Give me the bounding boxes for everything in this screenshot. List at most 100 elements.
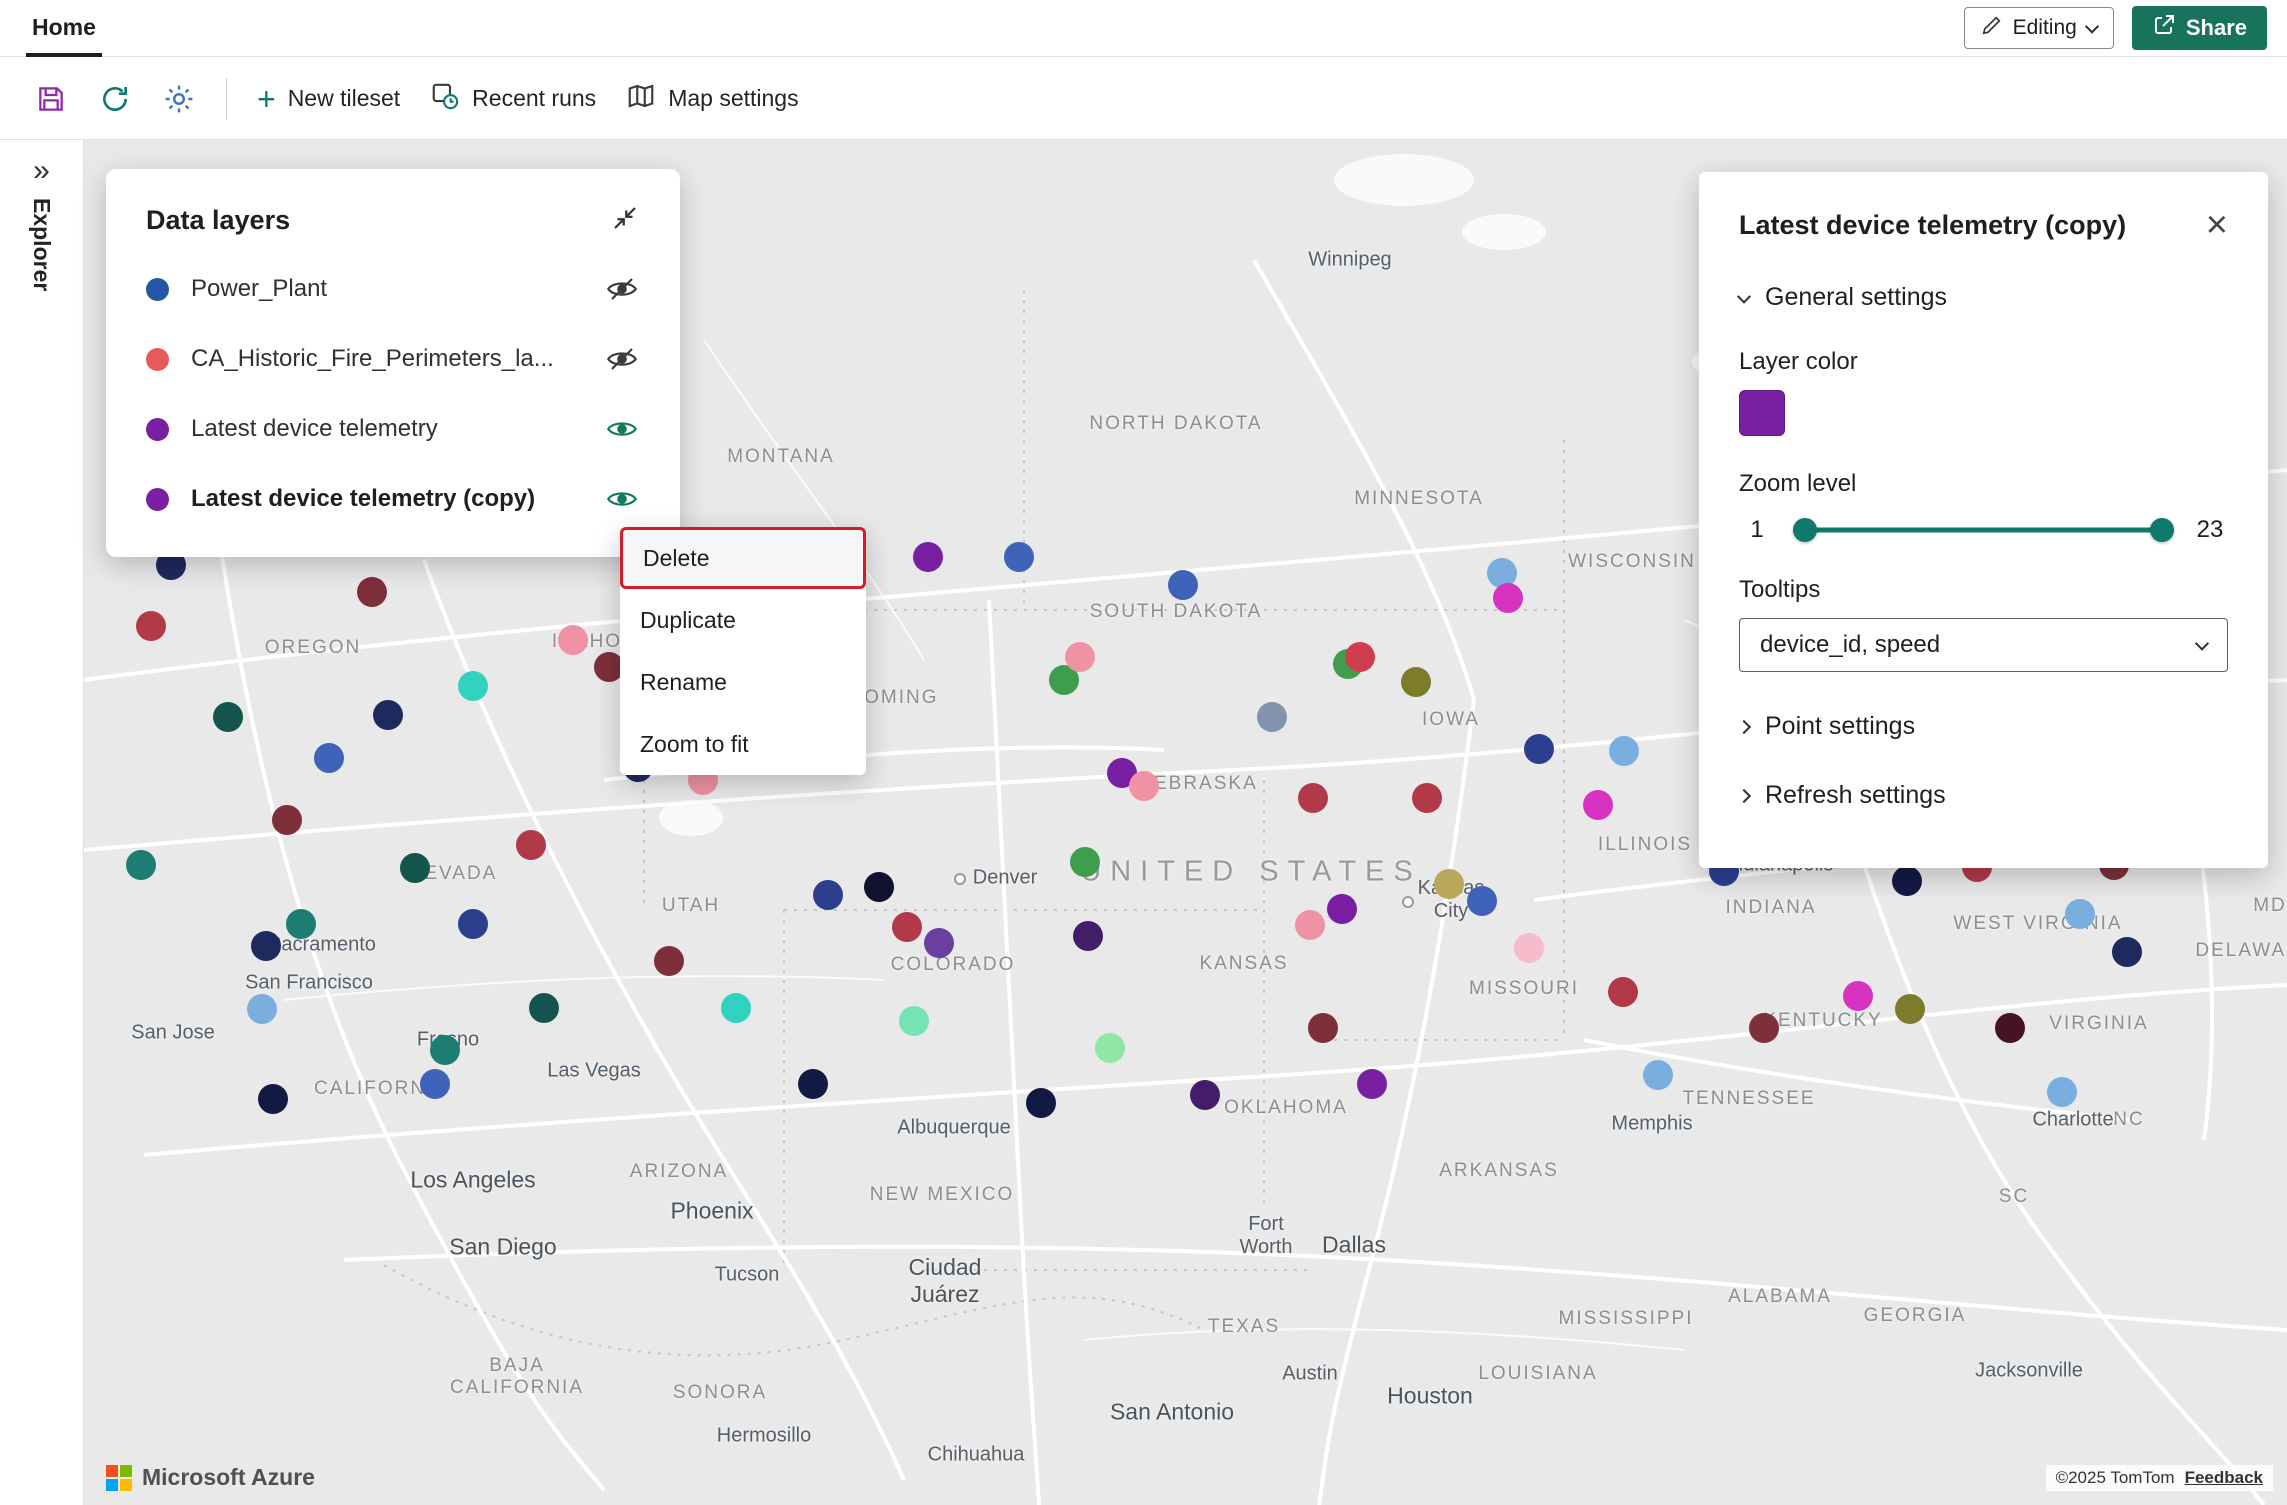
telemetry-point[interactable] [1095, 1033, 1125, 1063]
telemetry-point[interactable] [357, 577, 387, 607]
telemetry-point[interactable] [373, 700, 403, 730]
telemetry-point[interactable] [864, 872, 894, 902]
telemetry-point[interactable] [1583, 790, 1613, 820]
telemetry-point[interactable] [1843, 981, 1873, 1011]
telemetry-point[interactable] [247, 994, 277, 1024]
telemetry-point[interactable] [251, 931, 281, 961]
telemetry-point[interactable] [2065, 899, 2095, 929]
telemetry-point[interactable] [1892, 866, 1922, 896]
editing-mode-button[interactable]: Editing [1963, 7, 2114, 49]
slider-handle-max[interactable] [2150, 518, 2174, 542]
layer-row-latest-telemetry-copy[interactable]: Latest device telemetry (copy) [146, 464, 640, 534]
telemetry-point[interactable] [1308, 1013, 1338, 1043]
telemetry-point[interactable] [258, 1084, 288, 1114]
telemetry-point[interactable] [813, 880, 843, 910]
telemetry-point[interactable] [913, 542, 943, 572]
expand-explorer-icon[interactable]: » [33, 154, 50, 188]
close-icon[interactable]: × [2206, 206, 2228, 244]
telemetry-point[interactable] [1026, 1088, 1056, 1118]
new-tileset-button[interactable]: + New tileset [257, 83, 400, 115]
telemetry-point[interactable] [1524, 734, 1554, 764]
telemetry-point[interactable] [1643, 1060, 1673, 1090]
layer-color-swatch[interactable] [1739, 390, 1785, 436]
telemetry-point[interactable] [213, 702, 243, 732]
telemetry-point[interactable] [1073, 921, 1103, 951]
telemetry-point[interactable] [420, 1069, 450, 1099]
telemetry-point[interactable] [1004, 542, 1034, 572]
settings-gear-button[interactable] [162, 82, 196, 116]
tab-home[interactable]: Home [26, 0, 102, 57]
refresh-button[interactable] [98, 82, 132, 116]
telemetry-point[interactable] [1357, 1069, 1387, 1099]
point-settings-section[interactable]: Point settings [1736, 712, 2228, 741]
telemetry-point[interactable] [2112, 937, 2142, 967]
telemetry-point[interactable] [1412, 783, 1442, 813]
telemetry-point[interactable] [1190, 1080, 1220, 1110]
context-menu-delete[interactable]: Delete [620, 527, 866, 589]
save-button[interactable] [34, 82, 68, 116]
tooltips-dropdown[interactable]: device_id, speed [1739, 618, 2228, 672]
context-menu-duplicate[interactable]: Duplicate [620, 589, 866, 651]
collapse-panel-icon[interactable] [610, 203, 640, 238]
visibility-off-icon[interactable] [604, 344, 640, 374]
telemetry-point[interactable] [458, 909, 488, 939]
telemetry-point[interactable] [798, 1069, 828, 1099]
layer-label: Latest device telemetry [191, 415, 438, 442]
share-button[interactable]: Share [2131, 6, 2267, 50]
telemetry-point[interactable] [1327, 894, 1357, 924]
visibility-off-icon[interactable] [604, 274, 640, 304]
layer-row-latest-telemetry[interactable]: Latest device telemetry [146, 394, 640, 464]
telemetry-point[interactable] [1608, 977, 1638, 1007]
map-settings-button[interactable]: Map settings [626, 81, 799, 117]
tooltips-value: device_id, speed [1760, 631, 1941, 658]
telemetry-point[interactable] [126, 850, 156, 880]
refresh-settings-section[interactable]: Refresh settings [1736, 781, 2228, 810]
slider-track[interactable] [1793, 517, 2174, 543]
telemetry-point[interactable] [1401, 667, 1431, 697]
telemetry-point[interactable] [430, 1035, 460, 1065]
telemetry-point[interactable] [558, 625, 588, 655]
telemetry-point[interactable] [1129, 771, 1159, 801]
telemetry-point[interactable] [1257, 702, 1287, 732]
telemetry-point[interactable] [1514, 933, 1544, 963]
telemetry-point[interactable] [1434, 869, 1464, 899]
telemetry-point[interactable] [892, 912, 922, 942]
telemetry-point[interactable] [1345, 642, 1375, 672]
telemetry-point[interactable] [1493, 583, 1523, 613]
telemetry-point[interactable] [1467, 886, 1497, 916]
telemetry-point[interactable] [516, 830, 546, 860]
telemetry-point[interactable] [924, 928, 954, 958]
context-menu-rename[interactable]: Rename [620, 651, 866, 713]
telemetry-point[interactable] [654, 946, 684, 976]
telemetry-point[interactable] [458, 671, 488, 701]
visibility-on-icon[interactable] [604, 484, 640, 514]
azure-logo-text: Microsoft Azure [142, 1464, 315, 1490]
telemetry-point[interactable] [1168, 570, 1198, 600]
general-settings-section[interactable]: General settings [1736, 283, 2228, 312]
telemetry-point[interactable] [2047, 1077, 2077, 1107]
microsoft-logo-icon [106, 1464, 132, 1491]
telemetry-point[interactable] [1895, 994, 1925, 1024]
telemetry-point[interactable] [1609, 736, 1639, 766]
visibility-on-icon[interactable] [604, 414, 640, 444]
telemetry-point[interactable] [899, 1006, 929, 1036]
telemetry-point[interactable] [286, 909, 316, 939]
telemetry-point[interactable] [272, 805, 302, 835]
telemetry-point[interactable] [1070, 847, 1100, 877]
layer-row-fire-perimeters[interactable]: CA_Historic_Fire_Perimeters_la... [146, 324, 640, 394]
telemetry-point[interactable] [1749, 1013, 1779, 1043]
telemetry-point[interactable] [1065, 642, 1095, 672]
context-menu-zoom-to-fit[interactable]: Zoom to fit [620, 713, 866, 775]
telemetry-point[interactable] [400, 853, 430, 883]
telemetry-point[interactable] [314, 743, 344, 773]
recent-runs-button[interactable]: Recent runs [430, 81, 596, 117]
telemetry-point[interactable] [1298, 783, 1328, 813]
feedback-link[interactable]: Feedback [2185, 1468, 2263, 1488]
telemetry-point[interactable] [1295, 910, 1325, 940]
telemetry-point[interactable] [721, 993, 751, 1023]
telemetry-point[interactable] [136, 611, 166, 641]
telemetry-point[interactable] [1995, 1013, 2025, 1043]
telemetry-point[interactable] [529, 993, 559, 1023]
layer-row-power-plant[interactable]: Power_Plant [146, 254, 640, 324]
slider-handle-min[interactable] [1793, 518, 1817, 542]
